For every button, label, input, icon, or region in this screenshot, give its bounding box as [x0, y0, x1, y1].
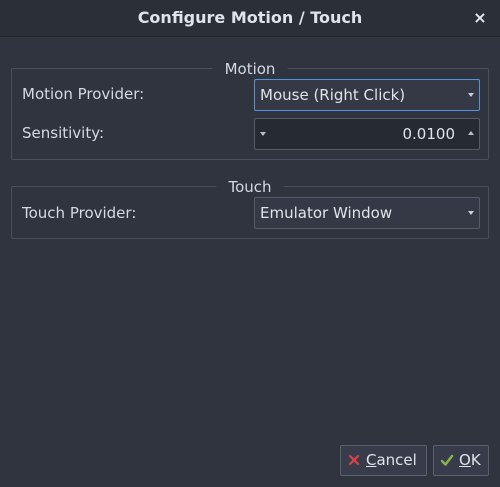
- decrement-icon[interactable]: [260, 132, 266, 136]
- touch-group: Touch Touch Provider: Emulator Window: [11, 177, 489, 239]
- close-icon[interactable]: ×: [470, 8, 490, 28]
- motion-provider-label: Motion Provider:: [22, 85, 145, 103]
- motion-group-title: Motion: [212, 59, 288, 79]
- motion-provider-value: Mouse (Right Click): [260, 86, 406, 104]
- sensitivity-spinbox[interactable]: 0.0100: [254, 118, 480, 150]
- x-mark-icon: [348, 454, 360, 466]
- touch-group-title: Touch: [216, 177, 284, 197]
- sensitivity-label: Sensitivity:: [22, 124, 105, 142]
- sensitivity-value: 0.0100: [402, 125, 456, 143]
- window-title: Configure Motion / Touch: [137, 8, 363, 27]
- dialog-window: Configure Motion / Touch × Motion Motion…: [0, 0, 500, 487]
- motion-group: Motion Motion Provider: Mouse (Right Cli…: [11, 59, 489, 160]
- ok-button[interactable]: OK: [433, 445, 489, 476]
- motion-provider-select[interactable]: Mouse (Right Click): [254, 79, 480, 111]
- chevron-down-icon: [468, 211, 474, 215]
- title-bar[interactable]: Configure Motion / Touch ×: [0, 0, 500, 37]
- checkmark-icon: [440, 454, 454, 466]
- ok-button-label: OK: [459, 451, 481, 469]
- increment-icon[interactable]: [468, 131, 474, 135]
- touch-provider-value: Emulator Window: [260, 204, 393, 222]
- chevron-down-icon: [468, 93, 474, 97]
- touch-provider-label: Touch Provider:: [22, 204, 137, 222]
- touch-provider-select[interactable]: Emulator Window: [254, 197, 480, 229]
- cancel-button-label: Cancel: [366, 451, 417, 469]
- cancel-button[interactable]: Cancel: [340, 445, 427, 476]
